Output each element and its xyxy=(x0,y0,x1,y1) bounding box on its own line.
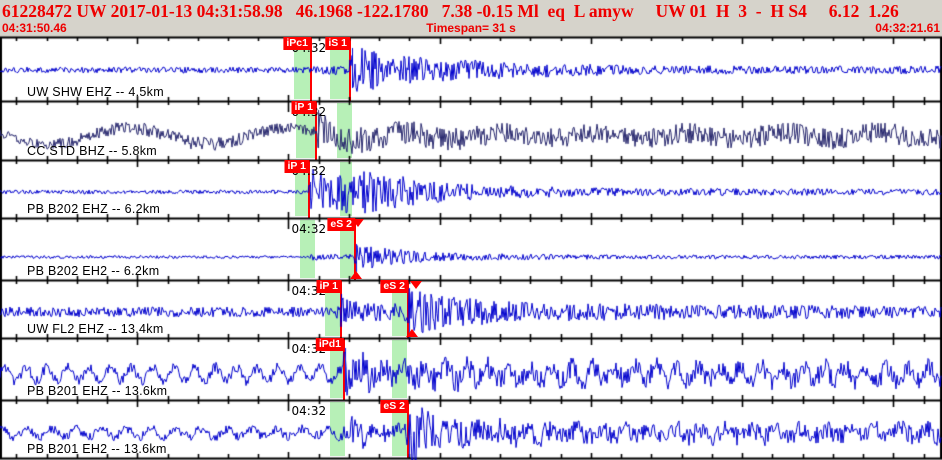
seismogram-canvas[interactable] xyxy=(0,0,942,460)
pick-flag[interactable]: iP 1 xyxy=(284,160,309,173)
pick-flag[interactable]: eS 2 xyxy=(327,218,355,231)
pick-flag[interactable]: iS 1 xyxy=(325,37,350,50)
pick-flag[interactable]: iP 1 xyxy=(316,280,341,293)
pick-flag[interactable]: iPc1 xyxy=(283,37,311,50)
pick-flag[interactable]: iPd1 xyxy=(315,338,344,351)
pick-flag[interactable]: eS 2 xyxy=(380,280,408,293)
pick-flag[interactable]: eS 2 xyxy=(380,400,408,413)
pick-flag[interactable]: iP 1 xyxy=(291,101,316,114)
seismogram-viewer: 61228472 UW 2017-01-13 04:31:58.98 46.19… xyxy=(0,0,942,460)
